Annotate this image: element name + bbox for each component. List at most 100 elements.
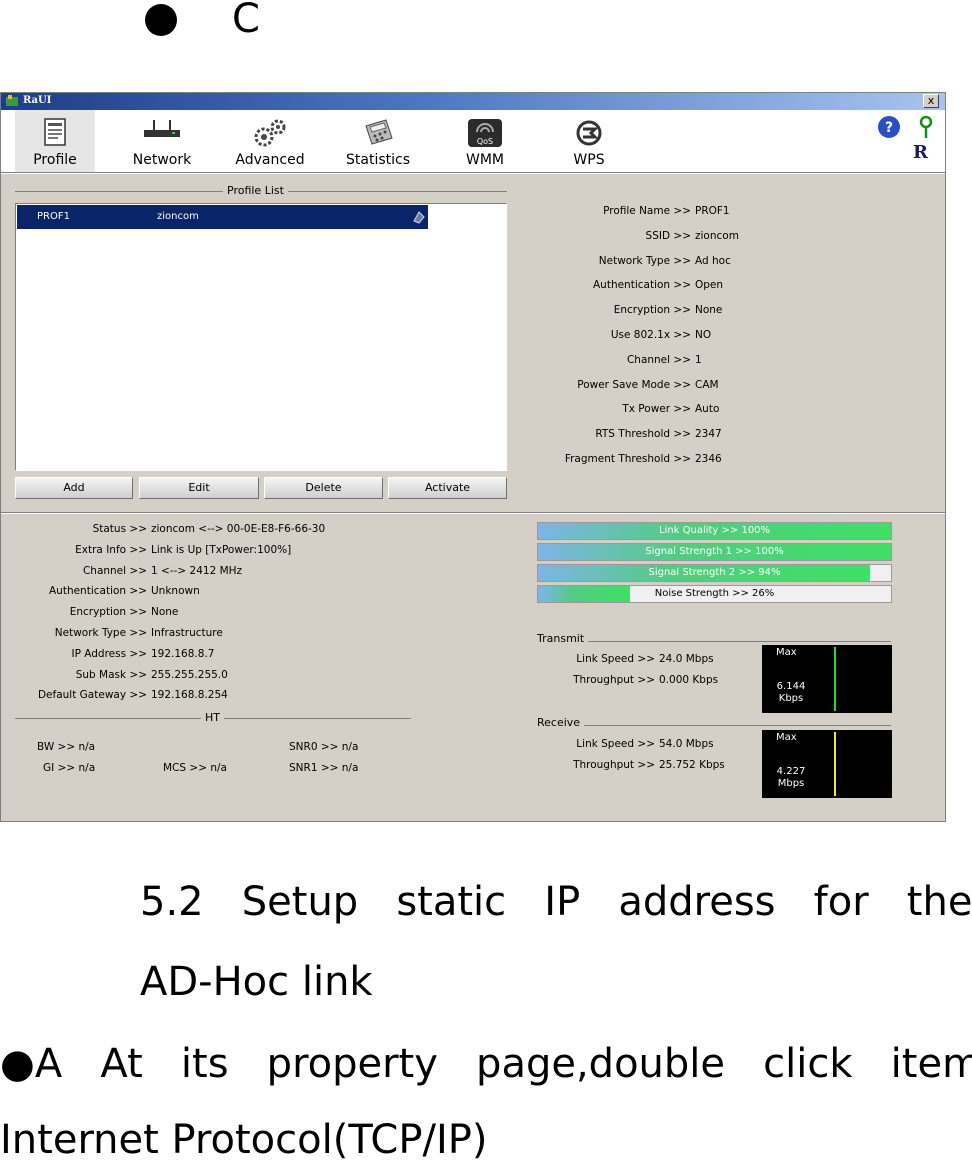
profile-detail-label: Encryption >> (613, 304, 691, 316)
tab-network[interactable]: Network (119, 110, 205, 172)
status-label: Channel >> (82, 565, 147, 577)
add-button[interactable]: Add (15, 477, 133, 499)
tab-profile-label: Profile (33, 152, 77, 168)
ht-gi: GI >> n/a (43, 762, 96, 774)
graph-max-label: Max (776, 732, 797, 743)
instruction-line-2: Internet Protocol(TCP/IP) (0, 1117, 488, 1163)
profile-detail-label: Power Save Mode >> (577, 379, 691, 391)
ht-mcs: MCS >> n/a (163, 762, 227, 774)
status-value: zioncom <--> 00-0E-E8-F6-66-30 (151, 523, 326, 535)
status-label: Status >> (92, 523, 147, 535)
activate-button[interactable]: Activate (388, 477, 507, 499)
tab-wmm-label: WMM (465, 152, 504, 168)
bar-label: Signal Strength 2 >> 94% (648, 567, 781, 578)
status-value: None (151, 606, 179, 618)
raui-window: RaUI x Profile Network Advanced Statisti… (0, 92, 946, 822)
transmit-frame (537, 641, 891, 642)
profile-detail-label: Fragment Threshold >> (564, 453, 691, 465)
profile-detail-value: None (695, 304, 723, 316)
profile-detail-value: 1 (695, 354, 702, 366)
section-divider (1, 512, 945, 514)
tab-network-label: Network (132, 152, 192, 168)
status-label: Sub Mask >> (75, 669, 147, 681)
section-heading-line-1: 5.2 Setup static IP address for the (140, 879, 972, 925)
antenna-icon (919, 115, 933, 138)
list-letter: C (232, 0, 260, 42)
close-button[interactable]: x (923, 94, 939, 108)
profile-name-cell: PROF1 (37, 211, 70, 222)
receive-title: Receive (533, 717, 585, 729)
signal-strength-2-bar: Signal Strength 2 >> 94% (537, 564, 892, 582)
profile-detail-label: Authentication >> (592, 279, 691, 291)
graph-trace (834, 732, 836, 796)
tab-wps[interactable]: WPS (553, 110, 625, 172)
tab-advanced[interactable]: Advanced (225, 110, 315, 172)
svg-text:?: ? (885, 120, 893, 136)
graph-value: 6.144 Kbps (774, 681, 808, 705)
about-r-icon[interactable]: R (913, 143, 928, 163)
profile-detail-value: 2347 (695, 428, 722, 440)
tab-statistics[interactable]: Statistics (335, 110, 421, 172)
status-value: 1 <--> 2412 MHz (151, 565, 243, 577)
rx-throughput-value: 25.752 Kbps (659, 759, 725, 771)
statistics-calculator-icon (365, 119, 393, 145)
status-value: 192.168.8.254 (151, 689, 228, 701)
toolbar-divider (1, 172, 945, 174)
link-quality-bar: Link Quality >> 100% (537, 522, 892, 540)
instruction-line-1: ●A At its property page,double click ite… (0, 1041, 972, 1087)
transmit-title: Transmit (533, 633, 589, 645)
bar-label: Noise Strength >> 26% (654, 588, 775, 599)
bullet-dot (145, 4, 177, 36)
list-item[interactable]: PROF1 zioncom (17, 205, 428, 229)
bar-label: Signal Strength 1 >> 100% (645, 546, 784, 557)
tx-link-speed-value: 24.0 Mbps (659, 653, 714, 665)
profile-detail-label: Tx Power >> (622, 403, 691, 415)
status-label: Authentication >> (48, 585, 147, 597)
signal-strength-1-bar: Signal Strength 1 >> 100% (537, 543, 892, 561)
status-value: 192.168.8.7 (151, 648, 215, 660)
rx-throughput-label: Throughput >> (573, 759, 655, 771)
status-label: Default Gateway >> (37, 689, 147, 701)
graph-value: 4.227 Mbps (774, 766, 808, 790)
window-title: RaUI (23, 95, 52, 106)
rx-link-speed-label: Link Speed >> (576, 738, 655, 750)
raui-app-icon (6, 95, 18, 106)
advanced-gears-icon (254, 119, 286, 147)
profile-detail-label: Network Type >> (598, 255, 691, 267)
adhoc-profile-icon (413, 211, 425, 224)
ht-title: HT (201, 712, 224, 724)
ht-bw: BW >> n/a (37, 741, 96, 753)
tab-profile[interactable]: Profile (15, 110, 95, 172)
status-label: Network Type >> (54, 627, 147, 639)
profile-detail-label: Channel >> (626, 354, 691, 366)
graph-trace (834, 647, 836, 711)
graph-unit: Mbps (777, 778, 805, 789)
profile-detail-value: 2346 (695, 453, 722, 465)
title-bar[interactable]: RaUI x (1, 93, 945, 110)
profile-detail-value: PROF1 (695, 205, 730, 217)
transmit-graph: Max 6.144 Kbps (762, 645, 892, 713)
tab-statistics-label: Statistics (346, 152, 410, 168)
profile-detail-value: NO (695, 329, 712, 341)
status-value: Unknown (151, 585, 200, 597)
tx-throughput-value: 0.000 Kbps (659, 674, 719, 686)
status-label: Encryption >> (69, 606, 147, 618)
profile-detail-label: Profile Name >> (603, 205, 691, 217)
graph-unit: Kbps (778, 693, 804, 704)
profile-detail-value: Open (695, 279, 724, 291)
edit-button[interactable]: Edit (139, 477, 259, 499)
status-value: 255.255.255.0 (151, 669, 228, 681)
ht-snr1: SNR1 >> n/a (289, 762, 359, 774)
tx-throughput-label: Throughput >> (573, 674, 655, 686)
profile-icon (44, 118, 66, 146)
tab-wps-label: WPS (573, 152, 605, 168)
receive-graph: Max 4.227 Mbps (762, 730, 892, 798)
bar-label: Link Quality >> 100% (658, 525, 771, 536)
tab-wmm[interactable]: QoS WMM (447, 110, 523, 172)
status-value: Link is Up [TxPower:100%] (151, 544, 292, 556)
delete-button[interactable]: Delete (264, 477, 383, 499)
profile-list[interactable]: PROF1 zioncom (15, 203, 507, 471)
status-value: Infrastructure (151, 627, 223, 639)
help-icon[interactable]: ? (874, 114, 904, 140)
profile-detail-value: Auto (695, 403, 720, 415)
